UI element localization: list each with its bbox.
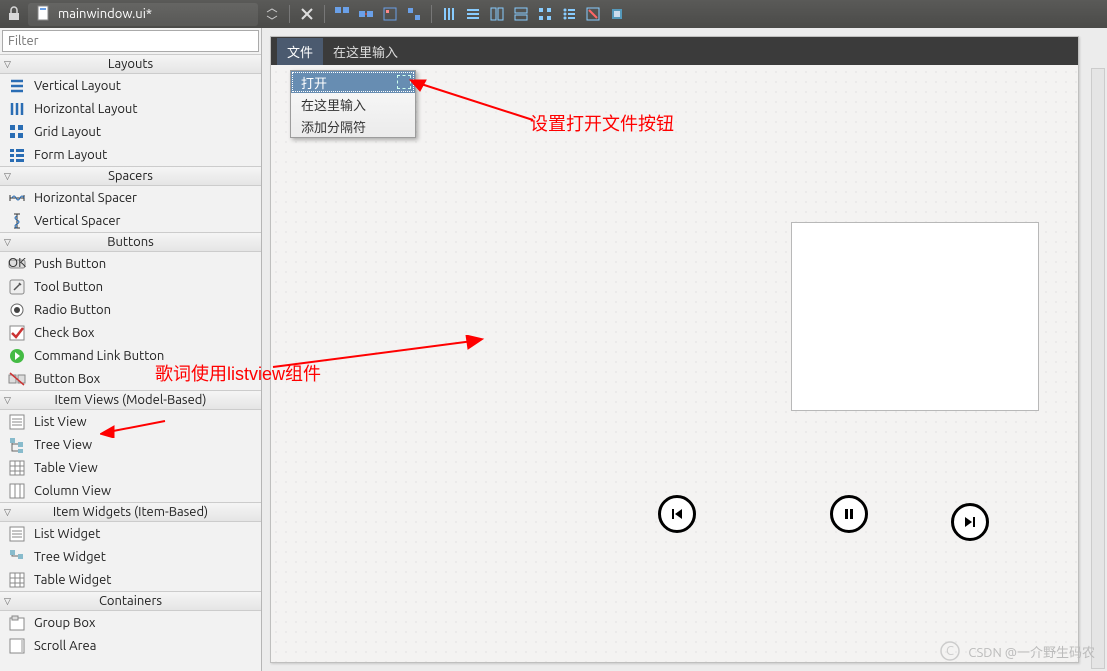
filter-input[interactable] <box>2 30 259 52</box>
item-push-button[interactable]: OKPush Button <box>0 252 261 275</box>
item-grid-layout[interactable]: Grid Layout <box>0 120 261 143</box>
item-vertical-layout[interactable]: Vertical Layout <box>0 74 261 97</box>
vertical-scrollbar[interactable] <box>1091 68 1105 669</box>
table-widget-icon <box>8 571 26 589</box>
next-button[interactable] <box>951 503 989 541</box>
vertical-layout-icon <box>8 77 26 95</box>
item-table-widget[interactable]: Table Widget <box>0 568 261 591</box>
pause-button[interactable] <box>830 495 868 533</box>
toolbar-separator <box>324 5 325 23</box>
layout-horizontal-icon[interactable] <box>439 4 459 24</box>
edit-widgets-icon[interactable] <box>332 4 352 24</box>
layout-grid-icon[interactable] <box>535 4 555 24</box>
dropdown-chevron-icon[interactable] <box>262 4 282 24</box>
svg-text:C: C <box>946 644 954 658</box>
annotation-open-file: 设置打开文件按钮 <box>530 110 674 136</box>
prev-button[interactable] <box>658 495 696 533</box>
widget-box-panel: ▽Layouts Vertical Layout Horizontal Layo… <box>0 28 262 671</box>
item-tool-button[interactable]: Tool Button <box>0 275 261 298</box>
form-layout-icon <box>8 146 26 164</box>
layout-h-splitter-icon[interactable] <box>487 4 507 24</box>
list-view-widget[interactable] <box>791 222 1039 411</box>
vertical-spacer-icon <box>8 212 26 230</box>
scroll-area-icon <box>8 637 26 655</box>
break-layout-icon[interactable] <box>583 4 603 24</box>
form-menu-bar: 文件 在这里输入 <box>271 37 1078 65</box>
lock-icon[interactable] <box>4 4 24 24</box>
svg-text:OK: OK <box>8 256 26 270</box>
dropdown-item-type-here[interactable]: 在这里输入 <box>291 93 415 115</box>
item-scroll-area[interactable]: Scroll Area <box>0 634 261 657</box>
menu-item-type-here[interactable]: 在这里输入 <box>323 38 408 65</box>
item-list-widget[interactable]: List Widget <box>0 522 261 545</box>
category-item-widgets[interactable]: ▽Item Widgets (Item-Based) <box>0 502 261 522</box>
tool-button-icon <box>8 278 26 296</box>
tree-widget-icon <box>8 548 26 566</box>
dropdown-item-open[interactable]: 打开 <box>291 71 415 93</box>
item-vertical-spacer[interactable]: Vertical Spacer <box>0 209 261 232</box>
tree-view-icon <box>8 436 26 454</box>
item-list-view[interactable]: List View <box>0 410 261 433</box>
window-title: mainwindow.ui* <box>58 7 152 21</box>
list-view-icon <box>8 413 26 431</box>
item-table-view[interactable]: Table View <box>0 456 261 479</box>
list-widget-icon <box>8 525 26 543</box>
file-icon <box>36 5 52 24</box>
menu-item-file[interactable]: 文件 <box>277 38 323 65</box>
layout-form-icon[interactable] <box>559 4 579 24</box>
csdn-logo-icon: C <box>940 641 960 661</box>
edit-buddies-icon[interactable] <box>380 4 400 24</box>
item-form-layout[interactable]: Form Layout <box>0 143 261 166</box>
layout-v-splitter-icon[interactable] <box>511 4 531 24</box>
close-icon[interactable] <box>297 4 317 24</box>
grid-layout-icon <box>8 123 26 141</box>
item-radio-button[interactable]: Radio Button <box>0 298 261 321</box>
horizontal-layout-icon <box>8 100 26 118</box>
pause-icon <box>841 506 857 522</box>
item-column-view[interactable]: Column View <box>0 479 261 502</box>
category-buttons[interactable]: ▽Buttons <box>0 232 261 252</box>
toolbar-separator <box>431 5 432 23</box>
item-tree-widget[interactable]: Tree Widget <box>0 545 261 568</box>
item-group-box[interactable]: Group Box <box>0 611 261 634</box>
layout-vertical-icon[interactable] <box>463 4 483 24</box>
button-box-icon <box>8 370 26 388</box>
category-layouts[interactable]: ▽Layouts <box>0 54 261 74</box>
edit-tab-order-icon[interactable] <box>404 4 424 24</box>
file-tab[interactable]: mainwindow.ui* <box>28 3 258 26</box>
toolbar-separator <box>289 5 290 23</box>
item-tree-view[interactable]: Tree View <box>0 433 261 456</box>
edit-signals-icon[interactable] <box>356 4 376 24</box>
category-spacers[interactable]: ▽Spacers <box>0 166 261 186</box>
watermark: C CSDN @一介野生码农 <box>940 641 1095 661</box>
group-box-icon <box>8 614 26 632</box>
main-toolbar: mainwindow.ui* <box>0 0 1107 28</box>
item-horizontal-layout[interactable]: Horizontal Layout <box>0 97 261 120</box>
command-link-icon <box>8 347 26 365</box>
annotation-listview: 歌词使用listview组件 <box>155 360 321 386</box>
dropdown-item-add-separator[interactable]: 添加分隔符 <box>291 115 415 137</box>
radio-button-icon <box>8 301 26 319</box>
horizontal-spacer-icon <box>8 189 26 207</box>
skip-back-icon <box>669 506 685 522</box>
file-menu-dropdown: 打开 在这里输入 添加分隔符 <box>290 70 416 138</box>
skip-forward-icon <box>962 514 978 530</box>
adjust-size-icon[interactable] <box>607 4 627 24</box>
category-item-views[interactable]: ▽Item Views (Model-Based) <box>0 390 261 410</box>
check-box-icon <box>8 324 26 342</box>
item-horizontal-spacer[interactable]: Horizontal Spacer <box>0 186 261 209</box>
item-check-box[interactable]: Check Box <box>0 321 261 344</box>
category-containers[interactable]: ▽Containers <box>0 591 261 611</box>
push-button-icon: OK <box>8 255 26 273</box>
column-view-icon <box>8 482 26 500</box>
table-view-icon <box>8 459 26 477</box>
watermark-text: CSDN @一介野生码农 <box>968 642 1095 661</box>
